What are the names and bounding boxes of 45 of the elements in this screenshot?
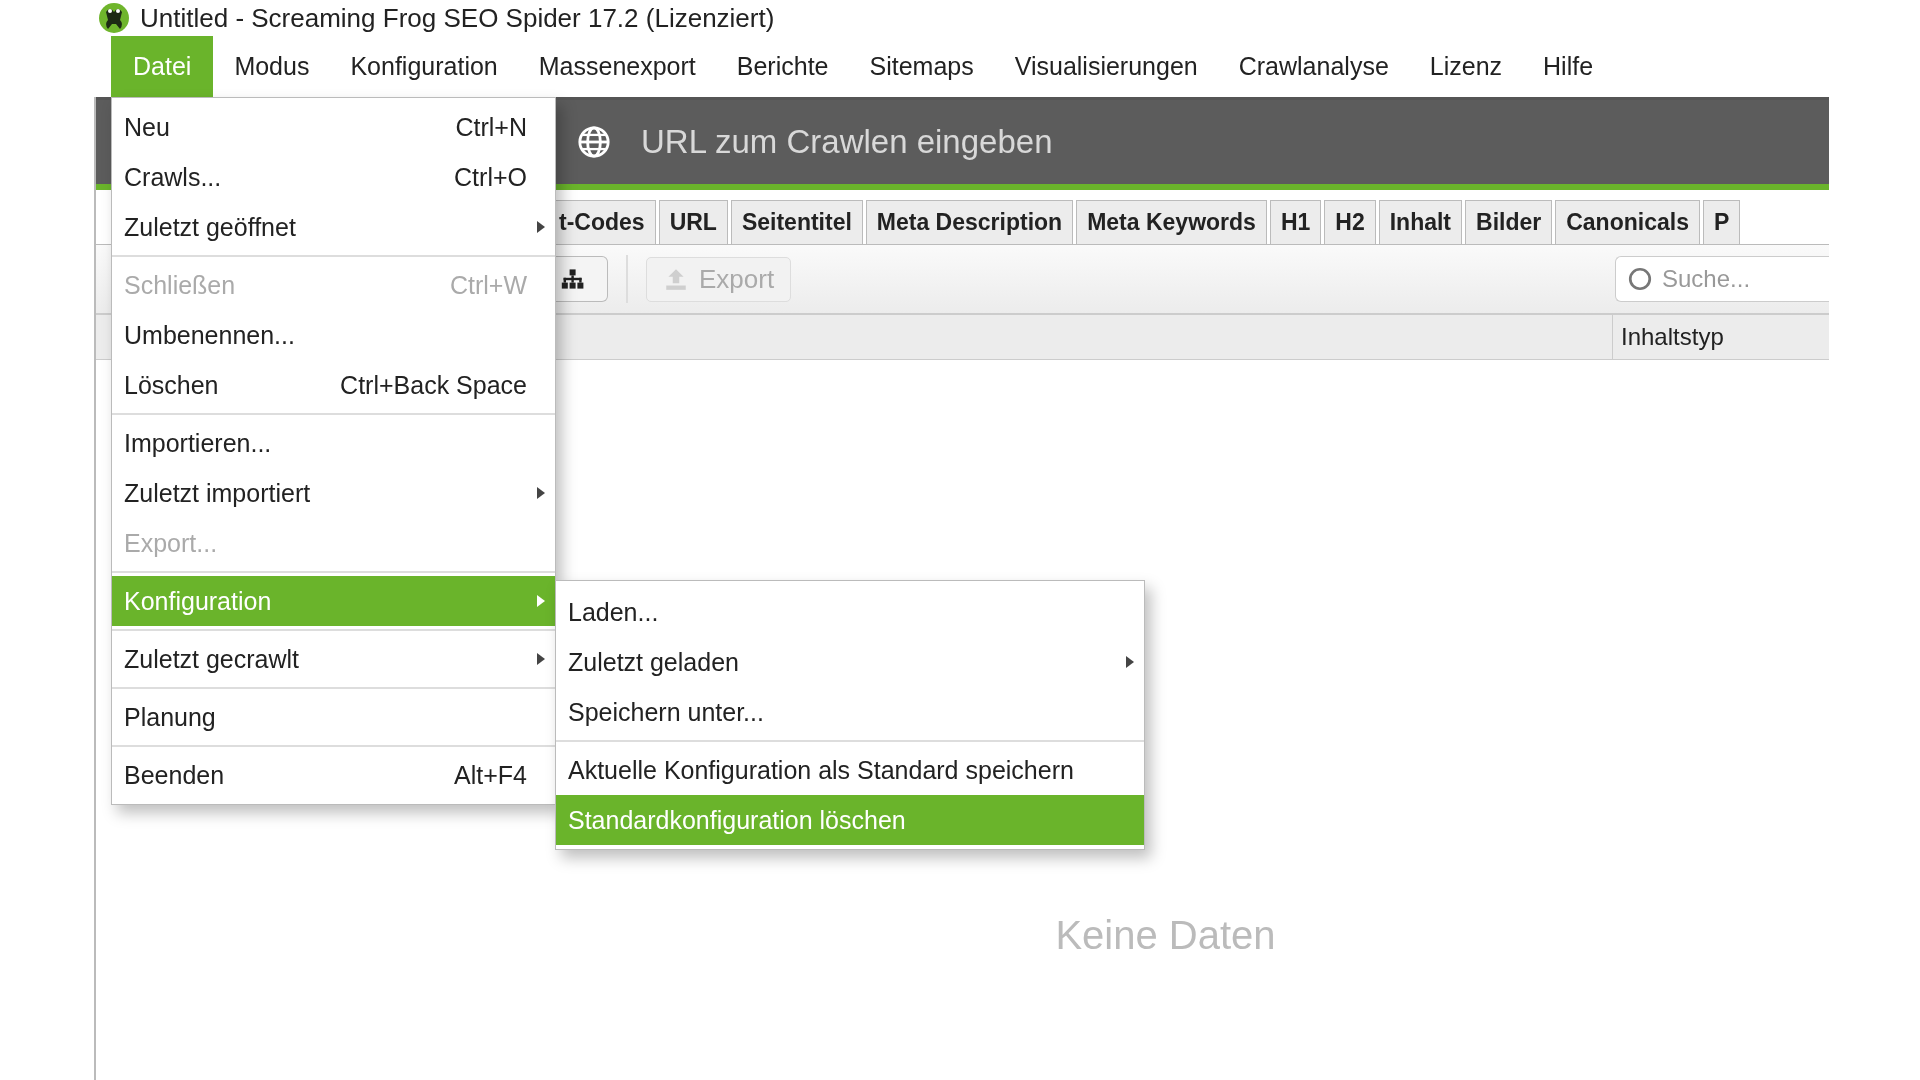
menu-item[interactable]: Sitemaps	[849, 36, 994, 97]
tab[interactable]: P	[1702, 200, 1741, 244]
tab[interactable]: Meta Description	[865, 200, 1074, 244]
submenu-arrow-icon	[537, 221, 545, 233]
menu-entry[interactable]: Zuletzt geladen	[556, 637, 1144, 687]
tab[interactable]: Bilder	[1465, 200, 1553, 244]
tab[interactable]: Inhalt	[1378, 200, 1463, 244]
menu-entry[interactable]: Importieren...	[112, 418, 555, 468]
menu-item[interactable]: Massenexport	[518, 36, 716, 97]
submenu-arrow-icon	[1126, 656, 1134, 668]
menu-entry[interactable]: Laden...	[556, 587, 1144, 637]
submenu-arrow-icon	[537, 487, 545, 499]
menu-item[interactable]: Lizenz	[1409, 36, 1523, 97]
submenu-arrow-icon	[537, 653, 545, 665]
menu-item[interactable]: Hilfe	[1523, 36, 1614, 97]
submenu-arrow-icon	[537, 595, 545, 607]
menu-entry[interactable]: Speichern unter...	[556, 687, 1144, 737]
menu-item[interactable]: Modus	[214, 36, 330, 97]
menu-item[interactable]: Crawlanalyse	[1218, 36, 1409, 97]
menu-entry[interactable]: Crawls... Ctrl+O	[112, 152, 555, 202]
column-header[interactable]: Inhaltstyp	[1612, 315, 1829, 359]
menu-entry[interactable]: Neu Ctrl+N	[112, 102, 555, 152]
tab[interactable]: H2	[1324, 200, 1376, 244]
menu-item[interactable]: Visualisierungen	[994, 36, 1218, 97]
tab[interactable]: URL	[658, 200, 728, 244]
tab[interactable]: Canonicals	[1555, 200, 1700, 244]
menu-entry[interactable]: Löschen Ctrl+Back Space	[112, 360, 555, 410]
menu-item[interactable]: Berichte	[716, 36, 849, 97]
url-field[interactable]: URL zum Crawlen eingeben	[639, 122, 1543, 162]
menu-entry[interactable]: Umbenennen...	[112, 310, 555, 360]
search-icon	[1627, 266, 1653, 292]
menu-entry[interactable]: Aktuelle Konfiguration als Standard speichern	[556, 745, 1144, 795]
menu-entry[interactable]: Planung	[112, 692, 555, 742]
menu-entry[interactable]: Beenden Alt+F4	[112, 750, 555, 800]
window-title: Untitled - Screaming Frog SEO Spider 17.2 (Lizenziert)	[140, 2, 775, 34]
tab[interactable]: Meta Keywords	[1076, 200, 1267, 244]
empty-message: Keine Daten	[1055, 913, 1276, 958]
menu-entry[interactable]: Zuletzt importiert	[112, 468, 555, 518]
menu-item[interactable]: Konfiguration	[330, 36, 518, 97]
menu-entry[interactable]: Zuletzt gecrawlt	[112, 634, 555, 684]
globe-icon	[577, 125, 611, 159]
tab[interactable]: H1	[1269, 200, 1322, 244]
hierarchy-icon	[559, 267, 584, 291]
tab[interactable]: Seitentitel	[730, 200, 863, 244]
search-field[interactable]: Suche...	[1615, 256, 1829, 302]
